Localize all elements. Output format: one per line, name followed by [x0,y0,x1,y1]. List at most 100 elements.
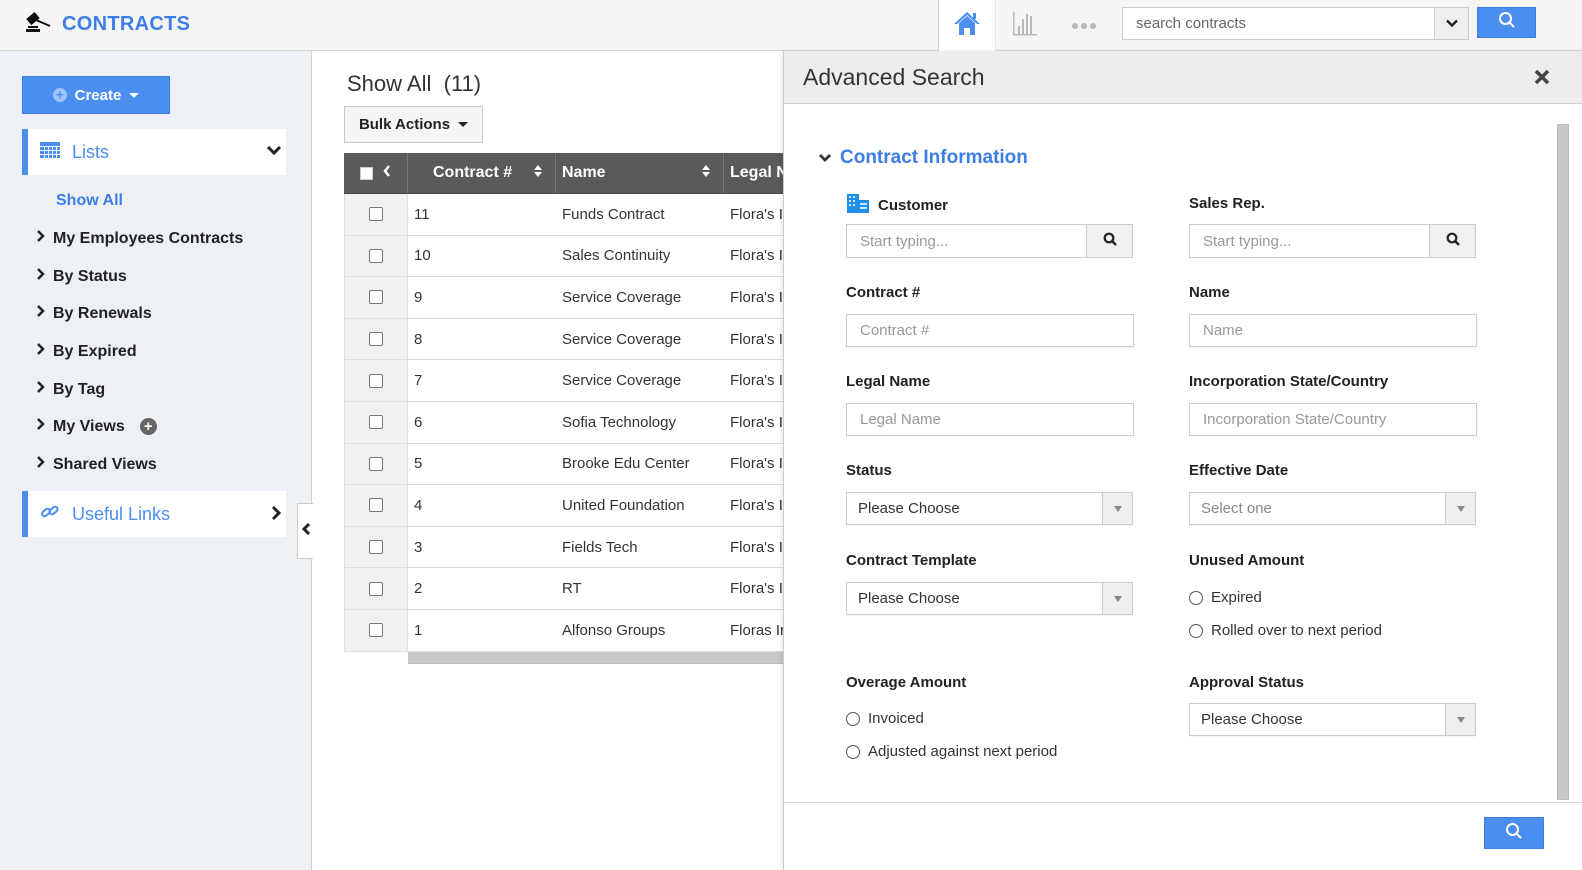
overage-amount-adjusted-radio[interactable]: Adjusted against next period [846,743,1057,760]
search-button[interactable] [1477,7,1536,38]
table-row[interactable]: 7 Service Coverage Flora's I [344,360,784,402]
table-row[interactable]: 2 RT Flora's I [344,568,784,610]
add-view-icon[interactable]: + [139,418,157,435]
tree-item-label: My Employees Contracts [53,229,244,247]
table-row[interactable]: 1 Alfonso Groups Floras Ir [344,609,784,652]
nav-home[interactable] [938,0,996,51]
gavel-icon [24,10,54,39]
cell-name[interactable]: Alfonso Groups [556,610,724,651]
table-row[interactable]: 3 Fields Tech Flora's I [344,526,784,569]
contract-template-select[interactable]: Please Choose [846,582,1133,615]
cell-name[interactable]: Brooke Edu Center [556,444,724,485]
create-button[interactable]: + Create [22,76,170,114]
radio-circle[interactable] [846,744,860,759]
radio-circle[interactable] [846,711,860,726]
sidebar-item-my-employees-contracts[interactable]: My Employees Contracts [36,229,243,248]
table-row[interactable]: 10 Sales Continuity Flora's I [344,235,784,278]
brand[interactable]: CONTRACTS [24,10,190,39]
column-header-legal-name[interactable]: Legal N [724,153,784,193]
sidebar-item-by-status[interactable]: By Status [36,267,127,286]
lists-panel-header[interactable]: Lists [22,129,286,175]
chevron-right-icon [36,342,46,361]
row-checkbox[interactable] [369,415,383,430]
row-checkbox[interactable] [369,207,383,222]
approval-status-select[interactable]: Please Choose [1189,703,1476,736]
sidebar-item-by-expired[interactable]: By Expired [36,342,137,361]
cell-legal-name: Flora's I [730,247,783,265]
row-select-cell [344,526,408,568]
legal-name-input[interactable] [846,403,1134,436]
sidebar-item-by-renewals[interactable]: By Renewals [36,304,152,323]
vertical-scrollbar[interactable] [1557,124,1569,800]
row-checkbox[interactable] [369,623,383,638]
customer-input[interactable] [847,225,1086,257]
record-count: (11) [443,71,482,96]
column-header-contract-number[interactable]: Contract # [408,153,556,193]
cell-name[interactable]: Service Coverage [556,360,724,401]
table-row[interactable]: 9 Service Coverage Flora's I [344,277,784,319]
name-input[interactable] [1189,314,1477,347]
contract-number-input[interactable] [846,314,1134,347]
row-checkbox[interactable] [369,290,383,305]
close-icon[interactable] [1534,67,1550,89]
nav-analytics[interactable] [1004,0,1046,51]
row-checkbox[interactable] [369,456,383,471]
cell-name[interactable]: Sofia Technology [556,402,724,443]
chevron-right-icon [270,505,282,526]
row-checkbox[interactable] [369,332,383,347]
search-options-dropdown[interactable] [1434,8,1468,39]
advanced-search-submit-button[interactable] [1484,817,1544,849]
select-all-checkbox[interactable] [360,166,373,180]
cell-legal-name: Flora's I [730,288,783,306]
row-checkbox[interactable] [369,498,383,513]
sidebar-item-my-views[interactable]: My Views + [36,417,157,436]
radio-circle[interactable] [1189,590,1203,605]
cell-name[interactable]: United Foundation [556,485,724,526]
nav-more[interactable] [1060,0,1108,51]
sales-rep-search-button[interactable] [1429,225,1475,257]
table-row[interactable]: 4 United Foundation Flora's I [344,485,784,527]
sidebar-item-shared-views[interactable]: Shared Views [36,455,157,474]
cell-name[interactable]: Sales Continuity [556,236,724,277]
horizontal-scrollbar[interactable] [408,651,784,664]
sidebar-item-show-all[interactable]: Show All [56,192,123,210]
column-label: Legal N [730,164,784,181]
row-checkbox[interactable] [369,581,383,596]
cell-name[interactable]: Funds Contract [556,194,724,235]
search-icon [1446,232,1460,251]
search-icon [1103,232,1117,251]
sidebar-item-by-tag[interactable]: By Tag [36,380,105,399]
chevron-left-icon[interactable] [383,164,391,182]
sales-rep-label: Sales Rep. [1189,195,1265,212]
dropdown-arrow-icon [1445,704,1475,735]
sales-rep-input[interactable] [1190,225,1429,257]
status-select[interactable]: Please Choose [846,492,1133,525]
cell-name[interactable]: Fields Tech [556,527,724,568]
overage-amount-invoiced-radio[interactable]: Invoiced [846,710,924,727]
column-header-name[interactable]: Name [556,153,724,193]
radio-circle[interactable] [1189,623,1203,638]
unused-amount-rolled-over-radio[interactable]: Rolled over to next period [1189,622,1382,639]
row-checkbox[interactable] [369,373,383,388]
unused-amount-expired-radio[interactable]: Expired [1189,589,1262,606]
plus-circle-icon: + [52,88,67,102]
cell-name[interactable]: Service Coverage [556,277,724,318]
bulk-actions-button[interactable]: Bulk Actions [344,106,483,143]
collapse-sidebar-button[interactable] [297,503,313,559]
incorporation-input[interactable] [1189,403,1477,436]
row-checkbox[interactable] [369,540,383,555]
customer-search-button[interactable] [1086,225,1132,257]
table-row[interactable]: 8 Service Coverage Flora's I [344,318,784,361]
row-checkbox[interactable] [369,248,383,263]
table-row[interactable]: 11 Funds Contract Flora's I [344,194,784,236]
cell-name[interactable]: Service Coverage [556,319,724,360]
table-row[interactable]: 6 Sofia Technology Flora's I [344,401,784,444]
effective-date-select[interactable]: Select one [1189,492,1476,525]
search-input[interactable] [1123,8,1434,39]
cell-contract-number: 3 [414,538,423,556]
cell-name[interactable]: RT [556,568,724,609]
section-contract-information[interactable]: Contract Information [818,147,1028,169]
table-row[interactable]: 5 Brooke Edu Center Flora's I [344,443,784,486]
useful-links-panel-header[interactable]: Useful Links [22,491,286,537]
dropdown-arrow-icon [1445,493,1475,524]
